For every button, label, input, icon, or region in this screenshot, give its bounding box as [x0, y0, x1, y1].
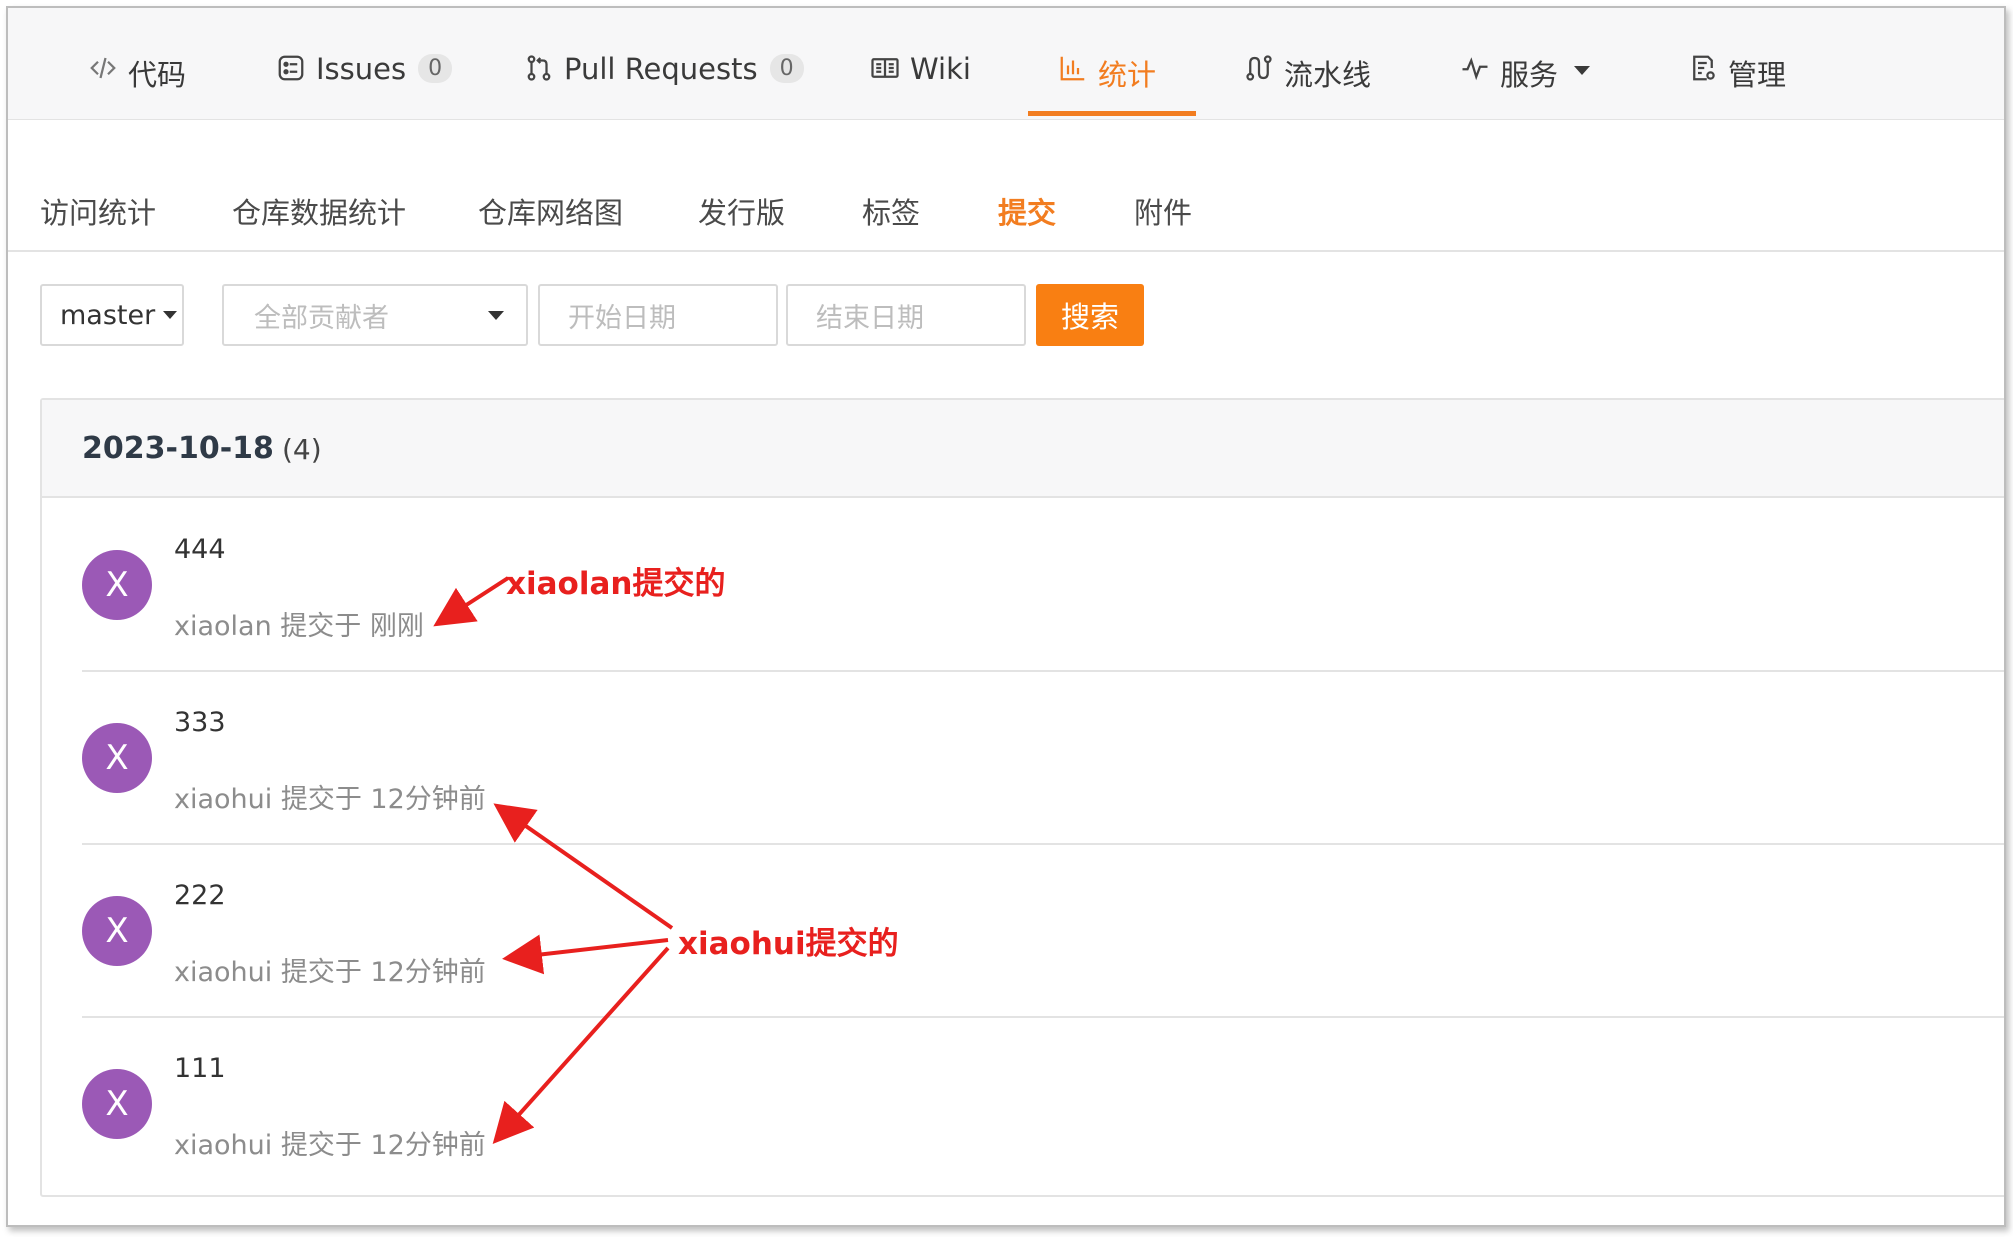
subtab-releases[interactable]: 发行版: [698, 190, 785, 232]
end-date-input[interactable]: 结束日期: [786, 284, 1026, 346]
subtab-tags[interactable]: 标签: [862, 190, 920, 232]
pull-requests-count-badge: 0: [769, 54, 804, 83]
commit-author-line: xiaohui 提交于 12分钟前: [174, 784, 486, 815]
tab-issues[interactable]: Issues 0: [276, 52, 453, 116]
tab-pull-requests[interactable]: Pull Requests 0: [524, 52, 804, 116]
commit-row[interactable]: X 333 xiaohui 提交于 12分钟前: [82, 671, 2004, 845]
subtab-visits[interactable]: 访问统计: [40, 190, 156, 232]
contributor-select[interactable]: 全部贡献者: [222, 284, 528, 346]
annotation-xiaolan: xiaolan提交的: [506, 566, 726, 602]
tab-manage-label: 管理: [1728, 58, 1787, 92]
book-icon: [870, 53, 902, 85]
avatar[interactable]: X: [82, 723, 152, 793]
subtab-commits[interactable]: 提交: [998, 190, 1056, 232]
stats-sub-nav: 访问统计 仓库数据统计 仓库网络图 发行版 标签 提交 附件: [8, 180, 2004, 252]
pulse-icon: [1460, 53, 1492, 85]
commit-row[interactable]: X 222 xiaohui 提交于 12分钟前: [82, 844, 2004, 1018]
commit-group-header: 2023-10-18 (4): [42, 400, 2004, 498]
end-date-placeholder: 结束日期: [816, 302, 924, 334]
contributor-placeholder: 全部贡献者: [254, 302, 389, 334]
bar-chart-icon: [1058, 53, 1090, 85]
avatar[interactable]: X: [82, 896, 152, 966]
start-date-placeholder: 开始日期: [568, 302, 676, 334]
pull-request-icon: [524, 53, 556, 85]
avatar[interactable]: X: [82, 1069, 152, 1139]
branch-select[interactable]: master: [40, 284, 184, 346]
commit-group-date: 2023-10-18: [82, 431, 274, 466]
tab-issues-label: Issues: [316, 52, 407, 86]
tab-wiki[interactable]: Wiki: [870, 52, 971, 116]
annotation-xiaohui: xiaohui提交的: [678, 926, 899, 962]
commit-group-count: (4): [282, 433, 322, 466]
commit-row[interactable]: X 111 xiaohui 提交于 12分钟前: [82, 1017, 2004, 1189]
tab-code-label: 代码: [128, 58, 187, 92]
issues-count-badge: 0: [418, 54, 453, 83]
commit-author-line: xiaohui 提交于 12分钟前: [174, 957, 486, 988]
settings-doc-icon: [1688, 53, 1720, 85]
avatar[interactable]: X: [82, 550, 152, 620]
commit-message[interactable]: 333: [174, 707, 226, 738]
commit-author-line: xiaolan 提交于 刚刚: [174, 611, 424, 642]
search-button[interactable]: 搜索: [1036, 284, 1144, 346]
commit-message[interactable]: 222: [174, 880, 226, 911]
tab-code[interactable]: 代码: [88, 52, 186, 116]
commit-row[interactable]: X 444 xiaolan 提交于 刚刚: [82, 498, 2004, 672]
caret-down-icon: [488, 310, 504, 320]
tab-services-label: 服务: [1500, 58, 1559, 92]
subtab-repo-data[interactable]: 仓库数据统计: [232, 190, 406, 232]
tab-services[interactable]: 服务: [1460, 52, 1591, 116]
repo-top-nav: 代码 Issues 0 Pull Requests 0 Wiki 统计 流水线 …: [8, 8, 2004, 120]
tab-pipeline[interactable]: 流水线: [1244, 52, 1371, 116]
commit-message[interactable]: 444: [174, 534, 226, 565]
tab-manage[interactable]: 管理: [1688, 52, 1786, 116]
issue-icon: [276, 53, 308, 85]
chevron-down-icon: [1574, 66, 1591, 75]
pipeline-icon: [1244, 53, 1276, 85]
tab-stats[interactable]: 统计: [1027, 52, 1197, 116]
tab-pipeline-label: 流水线: [1284, 58, 1372, 92]
commit-author-line: xiaohui 提交于 12分钟前: [174, 1130, 486, 1161]
commit-message[interactable]: 111: [174, 1053, 226, 1084]
tab-stats-label: 统计: [1098, 58, 1157, 92]
caret-down-icon: [163, 311, 178, 319]
commit-list: 2023-10-18 (4) X 444 xiaolan 提交于 刚刚 X 33…: [40, 398, 2004, 1197]
start-date-input[interactable]: 开始日期: [538, 284, 778, 346]
tab-pull-requests-label: Pull Requests: [564, 52, 758, 86]
subtab-network-graph[interactable]: 仓库网络图: [478, 190, 623, 232]
window-frame: 代码 Issues 0 Pull Requests 0 Wiki 统计 流水线 …: [6, 6, 2006, 1227]
tab-wiki-label: Wiki: [910, 52, 971, 86]
subtab-attachments[interactable]: 附件: [1134, 190, 1192, 232]
branch-value: master: [60, 299, 156, 331]
code-icon: [88, 53, 120, 85]
